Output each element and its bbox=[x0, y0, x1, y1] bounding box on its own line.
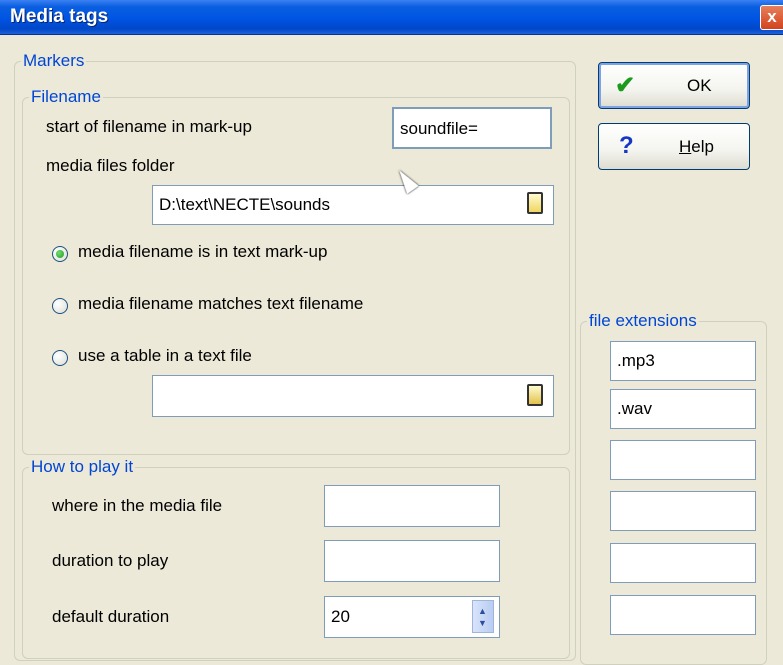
extension-field-6[interactable] bbox=[610, 595, 756, 635]
ok-button-label: OK bbox=[687, 76, 712, 95]
how-to-play-legend: How to play it bbox=[31, 457, 134, 476]
start-of-filename-input[interactable]: soundfile= bbox=[392, 107, 552, 149]
start-of-filename-label: start of filename in mark-up bbox=[46, 117, 252, 136]
radio-filename-in-markup[interactable] bbox=[52, 246, 68, 262]
where-in-file-label: where in the media file bbox=[52, 496, 223, 515]
where-in-file-input[interactable] bbox=[324, 485, 500, 527]
checkmark-icon: ✔ bbox=[615, 72, 636, 99]
media-folder-input[interactable]: D:\text\NECTE\sounds bbox=[152, 185, 554, 225]
default-duration-spinner[interactable]: ▲ ▼ bbox=[472, 600, 494, 633]
extension-field-3[interactable] bbox=[610, 440, 756, 480]
browse-folder-icon[interactable] bbox=[527, 192, 543, 214]
extension-field-5[interactable] bbox=[610, 543, 756, 583]
dialog-body: Markers Filename start of filename in ma… bbox=[0, 35, 783, 665]
close-button[interactable]: x bbox=[760, 5, 783, 30]
title-bar[interactable]: Media tags x bbox=[0, 0, 783, 35]
spin-down-icon[interactable]: ▼ bbox=[478, 619, 487, 628]
help-button[interactable]: ? Help bbox=[598, 123, 750, 170]
radio-use-table[interactable] bbox=[52, 350, 68, 366]
extension-field-2[interactable]: .wav bbox=[610, 389, 756, 429]
option-label-use-table: use a table in a text file bbox=[78, 346, 252, 365]
radio-selected-dot bbox=[56, 250, 64, 258]
radio-filename-matches[interactable] bbox=[52, 298, 68, 314]
question-mark-icon: ? bbox=[619, 132, 634, 159]
spin-up-icon[interactable]: ▲ bbox=[478, 607, 487, 616]
open-file-icon[interactable] bbox=[527, 384, 543, 406]
duration-to-play-label: duration to play bbox=[52, 551, 169, 570]
option-label-matches: media filename matches text filename bbox=[78, 294, 364, 313]
window-title: Media tags bbox=[10, 6, 109, 27]
extension-field-4[interactable] bbox=[610, 491, 756, 531]
table-file-input[interactable] bbox=[152, 375, 554, 417]
extension-field-1[interactable]: .mp3 bbox=[610, 341, 756, 381]
markers-legend: Markers bbox=[23, 51, 85, 70]
help-button-label: Help bbox=[679, 137, 714, 156]
ok-button[interactable]: ✔ OK bbox=[598, 62, 750, 109]
file-extensions-legend: file extensions bbox=[589, 311, 697, 330]
duration-to-play-input[interactable] bbox=[324, 540, 500, 582]
default-duration-label: default duration bbox=[52, 607, 170, 626]
option-label-in-markup: media filename is in text mark-up bbox=[78, 242, 328, 261]
media-files-folder-label: media files folder bbox=[46, 156, 175, 175]
filename-legend: Filename bbox=[31, 87, 101, 106]
